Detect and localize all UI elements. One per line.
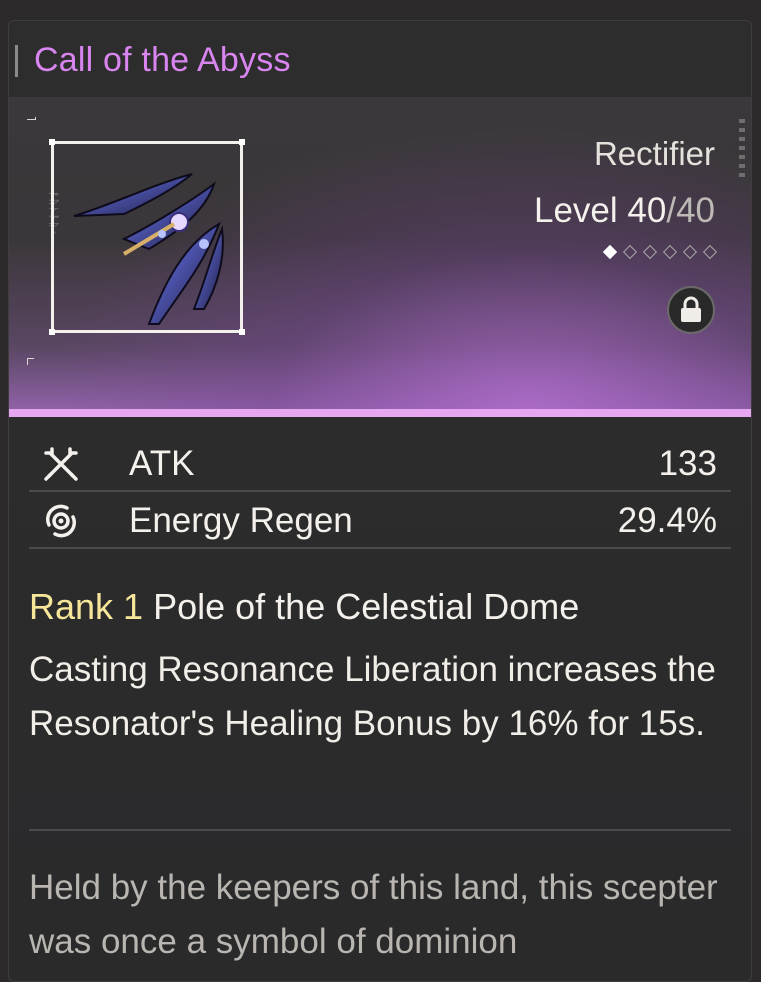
divider <box>29 829 731 831</box>
rank-label: Rank 1 <box>29 586 144 627</box>
stat-row-energy-regen: Energy Regen 29.4% <box>29 491 731 549</box>
title-accent-bar <box>15 45 18 77</box>
decorative-dots <box>739 119 745 179</box>
stat-name: Energy Regen <box>129 501 353 540</box>
weapon-scepter-icon <box>73 173 224 325</box>
title-row: Call of the Abyss <box>9 21 751 96</box>
corner-mark-bottom <box>27 358 34 365</box>
lock-icon <box>681 296 701 322</box>
weapon-type: Rectifier <box>593 135 715 172</box>
passive-description: Casting Resonance Liberation increases t… <box>29 650 716 743</box>
level-current: 40 <box>627 191 667 230</box>
weapon-name: Call of the Abyss <box>34 41 291 79</box>
stat-row-atk: ATK 133 <box>29 434 731 492</box>
weapon-lore: Held by the keepers of this land, this s… <box>29 868 718 961</box>
rank-star-empty <box>682 244 698 260</box>
weapon-detail-panel: Call of the Abyss ᚠᚢᚦᚨᚱᚲ Rectifier Level… <box>8 20 752 982</box>
level-separator: / <box>666 191 677 230</box>
stat-value: 133 <box>658 444 717 483</box>
weapon-level: Level 40/40 <box>534 191 715 231</box>
lock-button[interactable] <box>667 286 715 334</box>
corner-mark-top <box>27 117 36 120</box>
banner-accent-line <box>9 409 751 417</box>
level-max: 40 <box>676 191 715 230</box>
rank-star-empty <box>702 244 718 260</box>
rank-stars <box>602 244 718 260</box>
rank-star-filled <box>602 244 618 260</box>
rank-star-empty <box>662 244 678 260</box>
passive-heading: Rank 1 Pole of the Celestial Dome <box>29 586 579 628</box>
energy-regen-icon <box>45 504 77 538</box>
stat-name: ATK <box>129 444 195 483</box>
level-label: Level <box>533 191 618 230</box>
weapon-image-frame[interactable] <box>49 139 245 335</box>
passive-title: Pole of the Celestial Dome <box>153 586 580 627</box>
rank-star-empty <box>642 244 658 260</box>
atk-crossed-swords-icon <box>44 447 78 481</box>
stat-value: 29.4% <box>617 501 717 540</box>
rank-star-empty <box>622 244 638 260</box>
